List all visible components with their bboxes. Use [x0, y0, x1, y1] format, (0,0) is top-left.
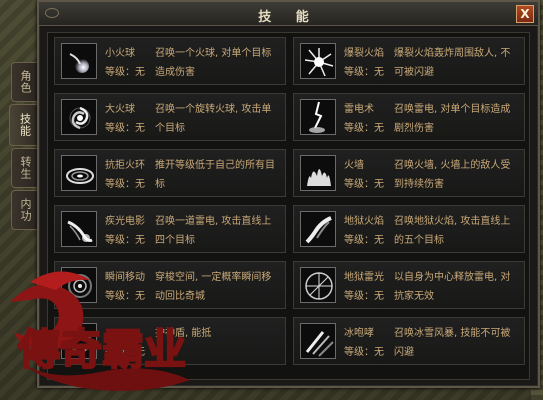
- tab-rebirth[interactable]: 转生: [11, 148, 39, 188]
- skill-level: 等级：无: [344, 179, 384, 190]
- skill-name: 火墙: [344, 160, 364, 171]
- skill-slot[interactable]: 地狱雷光 等级：无 以自身为中心释放雷电, 对抗家无效: [293, 261, 525, 309]
- skill-slot[interactable]: 冰咆哮 等级：无 召唤冰雪风暴, 技能不可被闪避: [293, 317, 525, 365]
- tab-skills[interactable]: 技能: [9, 104, 40, 146]
- skill-level: 等级：无: [105, 67, 145, 78]
- skill-level: 等级：无: [344, 291, 384, 302]
- skill-slot[interactable]: 疾光电影 等级：无 召唤一道雷电, 攻击直线上四个目标: [54, 205, 286, 253]
- skill-description: 召唤冰雪风暴, 技能不可被闪避: [394, 328, 511, 358]
- big-fireball-icon[interactable]: [61, 99, 97, 135]
- skill-level: 等级：无: [105, 123, 145, 134]
- skill-description: 召唤一个旋转火球, 攻击单个目标: [155, 104, 272, 134]
- skill-name: 大火球: [105, 104, 135, 115]
- skill-name: 地狱火焰: [344, 216, 384, 227]
- skill-slot[interactable]: 抗拒火环 等级：无 推开等级低于自己的所有目标: [54, 149, 286, 197]
- skill-level: 等级：无: [105, 179, 145, 190]
- skill-description: 推开等级低于自己的所有目标: [155, 160, 275, 190]
- thunder-icon[interactable]: [300, 99, 336, 135]
- lightning-beam-icon[interactable]: [61, 211, 97, 247]
- svg-text:傳奇霸业: 傳奇霸业: [17, 325, 186, 374]
- fire-burst-icon[interactable]: [300, 43, 336, 79]
- skill-slot[interactable]: 大火球 等级：无 召唤一个旋转火球, 攻击单个目标: [54, 93, 286, 141]
- skill-name: 雷电术: [344, 104, 374, 115]
- skill-level: 等级：无: [344, 67, 384, 78]
- skill-name: 抗拒火环: [105, 160, 145, 171]
- skill-description: 召唤火墙, 火墙上的敌人受到持续伤害: [394, 160, 511, 190]
- skill-slot[interactable]: 火墙 等级：无 召唤火墙, 火墙上的敌人受到持续伤害: [293, 149, 525, 197]
- skill-slot[interactable]: 爆裂火焰 等级：无 爆裂火焰轰炸周围敌人, 不可被闪避: [293, 37, 525, 85]
- skill-description: 召唤一道雷电, 攻击直线上四个目标: [155, 216, 272, 246]
- tab-character[interactable]: 角色: [11, 62, 39, 102]
- repel-fire-ring-icon[interactable]: [61, 155, 97, 191]
- skill-description: 爆裂火焰轰炸周围敌人, 不可被闪避: [394, 48, 511, 78]
- skill-level: 等级：无: [344, 347, 384, 358]
- skill-level: 等级：无: [344, 235, 384, 246]
- skill-name: 疾光电影: [105, 216, 145, 227]
- skill-name: 小火球: [105, 48, 135, 59]
- window-title: 技 能: [258, 10, 319, 25]
- skill-slot[interactable]: 雷电术 等级：无 召唤雷电, 对单个目标造成剧烈伤害: [293, 93, 525, 141]
- skill-slot[interactable]: 地狱火焰 等级：无 召唤地狱火焰, 攻击直线上的五个目标: [293, 205, 525, 253]
- game-logo: 傳奇霸业: [0, 262, 210, 400]
- ice-roar-icon[interactable]: [300, 323, 336, 359]
- skill-description: 召唤雷电, 对单个目标造成剧烈伤害: [394, 104, 511, 134]
- close-button[interactable]: X: [516, 5, 534, 23]
- title-bar[interactable]: 技 能 X: [39, 2, 538, 26]
- skill-name: 地狱雷光: [344, 272, 384, 283]
- skill-level: 等级：无: [344, 123, 384, 134]
- hell-fire-icon[interactable]: [300, 211, 336, 247]
- hell-thunder-icon[interactable]: [300, 267, 336, 303]
- tab-internal-power[interactable]: 内功: [11, 190, 39, 230]
- skill-name: 爆裂火焰: [344, 48, 384, 59]
- skill-slot[interactable]: 小火球 等级：无 召唤一个火球, 对单个目标造成伤害: [54, 37, 286, 85]
- skill-description: 召唤地狱火焰, 攻击直线上的五个目标: [394, 216, 511, 246]
- skill-name: 冰咆哮: [344, 328, 374, 339]
- fire-wall-icon[interactable]: [300, 155, 336, 191]
- small-fireball-icon[interactable]: [61, 43, 97, 79]
- skill-description: 召唤一个火球, 对单个目标造成伤害: [155, 48, 272, 78]
- skill-level: 等级：无: [105, 235, 145, 246]
- skill-description: 以自身为中心释放雷电, 对抗家无效: [394, 272, 511, 302]
